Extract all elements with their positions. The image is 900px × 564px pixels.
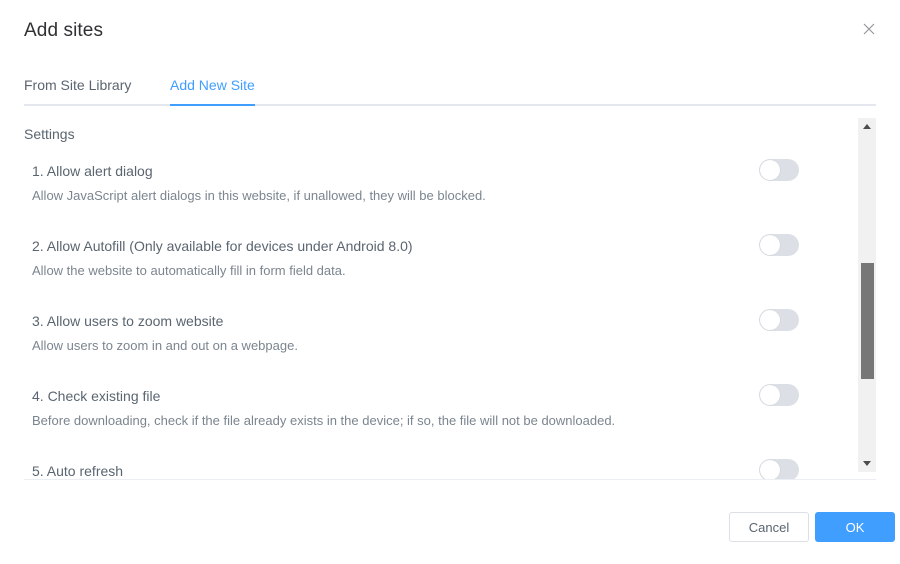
setting-description: Allow JavaScript alert dialogs in this w… <box>32 188 486 203</box>
settings-section-label: Settings <box>24 126 75 142</box>
toggle-knob <box>760 310 780 330</box>
setting-toggle-allow-alert-dialog[interactable] <box>759 159 799 181</box>
setting-title: 2. Allow Autofill (Only available for de… <box>32 238 413 254</box>
settings-panel: Settings 1. Allow alert dialog Allow Jav… <box>0 118 900 479</box>
setting-toggle-allow-autofill[interactable] <box>759 234 799 256</box>
scrollbar-thumb[interactable] <box>861 263 874 379</box>
toggle-knob <box>760 460 780 479</box>
toggle-knob <box>760 235 780 255</box>
triangle-down-glyph <box>863 461 871 466</box>
triangle-up-icon[interactable] <box>858 118 876 135</box>
triangle-down-icon[interactable] <box>858 455 876 472</box>
setting-description: Before downloading, check if the file al… <box>32 413 616 428</box>
tab-label: From Site Library <box>24 77 132 93</box>
add-sites-dialog: Add sites From Site Library Add New Site… <box>0 0 900 564</box>
setting-row: 4. Check existing file Before downloadin… <box>0 379 857 454</box>
setting-row: 3. Allow users to zoom website Allow use… <box>0 304 857 379</box>
triangle-up-glyph <box>863 124 871 129</box>
setting-row: 5. Auto refresh <box>0 454 857 479</box>
setting-row: 2. Allow Autofill (Only available for de… <box>0 229 857 304</box>
toggle-knob <box>760 160 780 180</box>
setting-title: 5. Auto refresh <box>32 463 124 479</box>
setting-toggle-auto-refresh[interactable] <box>759 459 799 479</box>
dialog-footer: Cancel OK <box>0 480 900 564</box>
setting-title: 3. Allow users to zoom website <box>32 313 224 329</box>
settings-list: 1. Allow alert dialog Allow JavaScript a… <box>0 154 857 479</box>
ok-button[interactable]: OK <box>815 512 895 542</box>
tab-bar: From Site Library Add New Site <box>24 72 876 106</box>
setting-toggle-check-existing-file[interactable] <box>759 384 799 406</box>
page-title: Add sites <box>24 20 104 41</box>
tab-from-site-library[interactable]: From Site Library <box>24 72 131 104</box>
tab-label: Add New Site <box>170 77 255 93</box>
setting-description: Allow users to zoom in and out on a webp… <box>32 338 298 353</box>
close-icon[interactable] <box>858 18 880 40</box>
cancel-button[interactable]: Cancel <box>729 512 809 542</box>
setting-description: Allow the website to automatically fill … <box>32 263 346 278</box>
toggle-knob <box>760 385 780 405</box>
setting-title: 1. Allow alert dialog <box>32 163 153 179</box>
settings-scrollbar[interactable] <box>857 118 876 472</box>
tab-add-new-site[interactable]: Add New Site <box>170 72 255 106</box>
setting-row: 1. Allow alert dialog Allow JavaScript a… <box>0 154 857 229</box>
setting-title: 4. Check existing file <box>32 388 161 404</box>
dialog-header: Add sites <box>0 0 900 62</box>
setting-toggle-allow-users-to-zoom-website[interactable] <box>759 309 799 331</box>
